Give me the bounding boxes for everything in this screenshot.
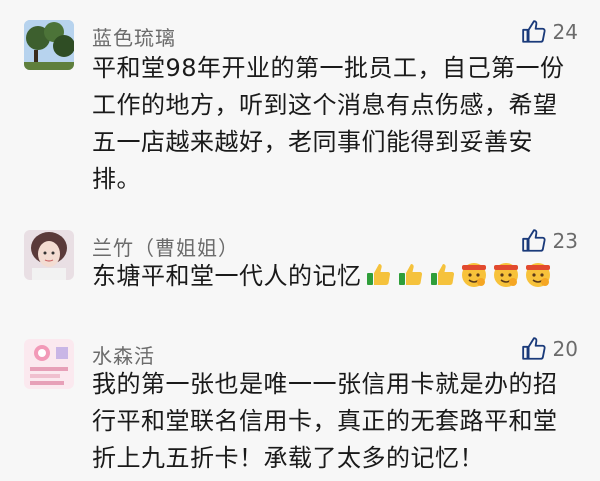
thumbs-up-emoji-icon [366,264,390,285]
like-button[interactable]: 24 [521,19,578,45]
like-button[interactable]: 20 [521,336,578,362]
avatar[interactable] [24,230,74,280]
comment-line: 我的第一张也是唯一一张信用卡就是办的招 [92,370,558,398]
comment-line: 排。 [92,165,141,193]
like-count: 20 [552,337,578,361]
emoji-row [364,260,556,288]
comment-text: 我的第一张也是唯一一张信用卡就是办的招 行平和堂联名信用卡，真正的无套路平和堂 … [92,366,582,477]
comment-line: 东塘平和堂一代人的记忆 [92,262,362,290]
comment-text: 东塘平和堂一代人的记忆 [92,258,582,295]
comment-line: 工作的地方，听到这个消息有点伤感，希望 [92,91,558,119]
like-count: 24 [552,20,578,44]
avatar[interactable] [24,20,74,70]
thumbs-up-emoji-icon [430,264,454,285]
salute-face-emoji-icon [493,263,518,287]
comment-author[interactable]: 蓝色琉璃 [92,22,176,51]
like-count: 23 [552,229,578,253]
like-button[interactable]: 23 [521,228,578,254]
thumbs-up-icon [521,20,546,43]
thumbs-up-icon [521,229,546,252]
comment-author[interactable]: 兰竹（曹姐姐） [92,232,239,261]
comment-line: 行平和堂联名信用卡，真正的无套路平和堂 [92,407,558,435]
avatar[interactable] [24,339,74,389]
thumbs-up-emoji-icon [398,264,422,285]
comment-line: 折上九五折卡！承载了太多的记忆！ [92,444,484,472]
comment-line: 五一店越来越好，老同事们能得到妥善安 [92,128,533,156]
tree-photo-icon [24,20,74,70]
comment-line: 平和堂98年开业的第一批员工，自己第一份 [92,54,565,82]
comment-author[interactable]: 水森活 [92,340,155,369]
thumbs-up-icon [521,337,546,360]
card-image-icon [24,339,74,389]
comment-text: 平和堂98年开业的第一批员工，自己第一份 工作的地方，听到这个消息有点伤感，希望… [92,50,582,198]
salute-face-emoji-icon [525,263,550,287]
person-photo-icon [24,230,74,280]
salute-face-emoji-icon [461,263,486,287]
